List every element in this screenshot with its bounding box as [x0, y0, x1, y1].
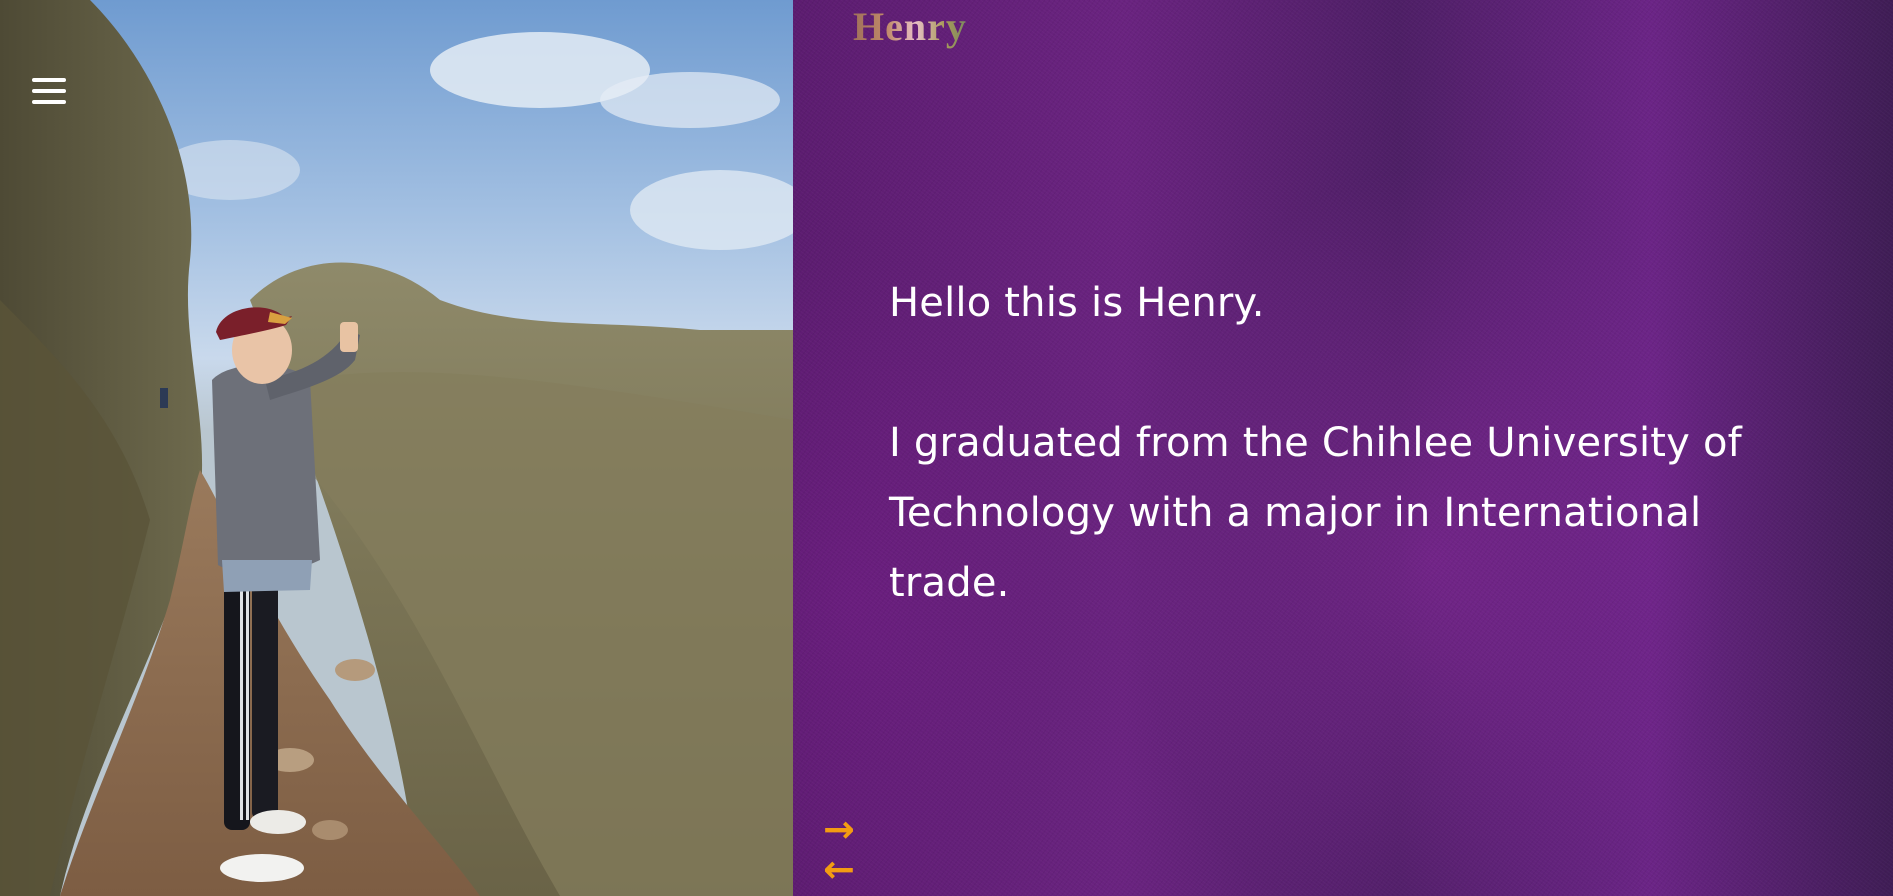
hamburger-menu-icon[interactable]	[32, 76, 68, 108]
arrow-left-icon[interactable]: ←	[823, 850, 855, 890]
brand-logo[interactable]: Henry	[853, 2, 967, 52]
content-panel: Henry Hello this is Henry. I graduated f…	[793, 0, 1893, 896]
profile-photo	[0, 0, 793, 896]
menu-line	[32, 100, 66, 104]
page: Henry Hello this is Henry. I graduated f…	[0, 0, 1893, 896]
intro-text: Hello this is Henry. I graduated from th…	[889, 268, 1789, 618]
bio-text: I graduated from the Chihlee University …	[889, 420, 1742, 606]
hiking-trail-photo	[0, 0, 793, 896]
greeting-text: Hello this is Henry.	[889, 280, 1265, 326]
arrow-right-icon[interactable]: →	[823, 810, 855, 850]
menu-line	[32, 89, 66, 93]
slide-navigation: → ←	[823, 810, 855, 890]
menu-line	[32, 78, 66, 82]
